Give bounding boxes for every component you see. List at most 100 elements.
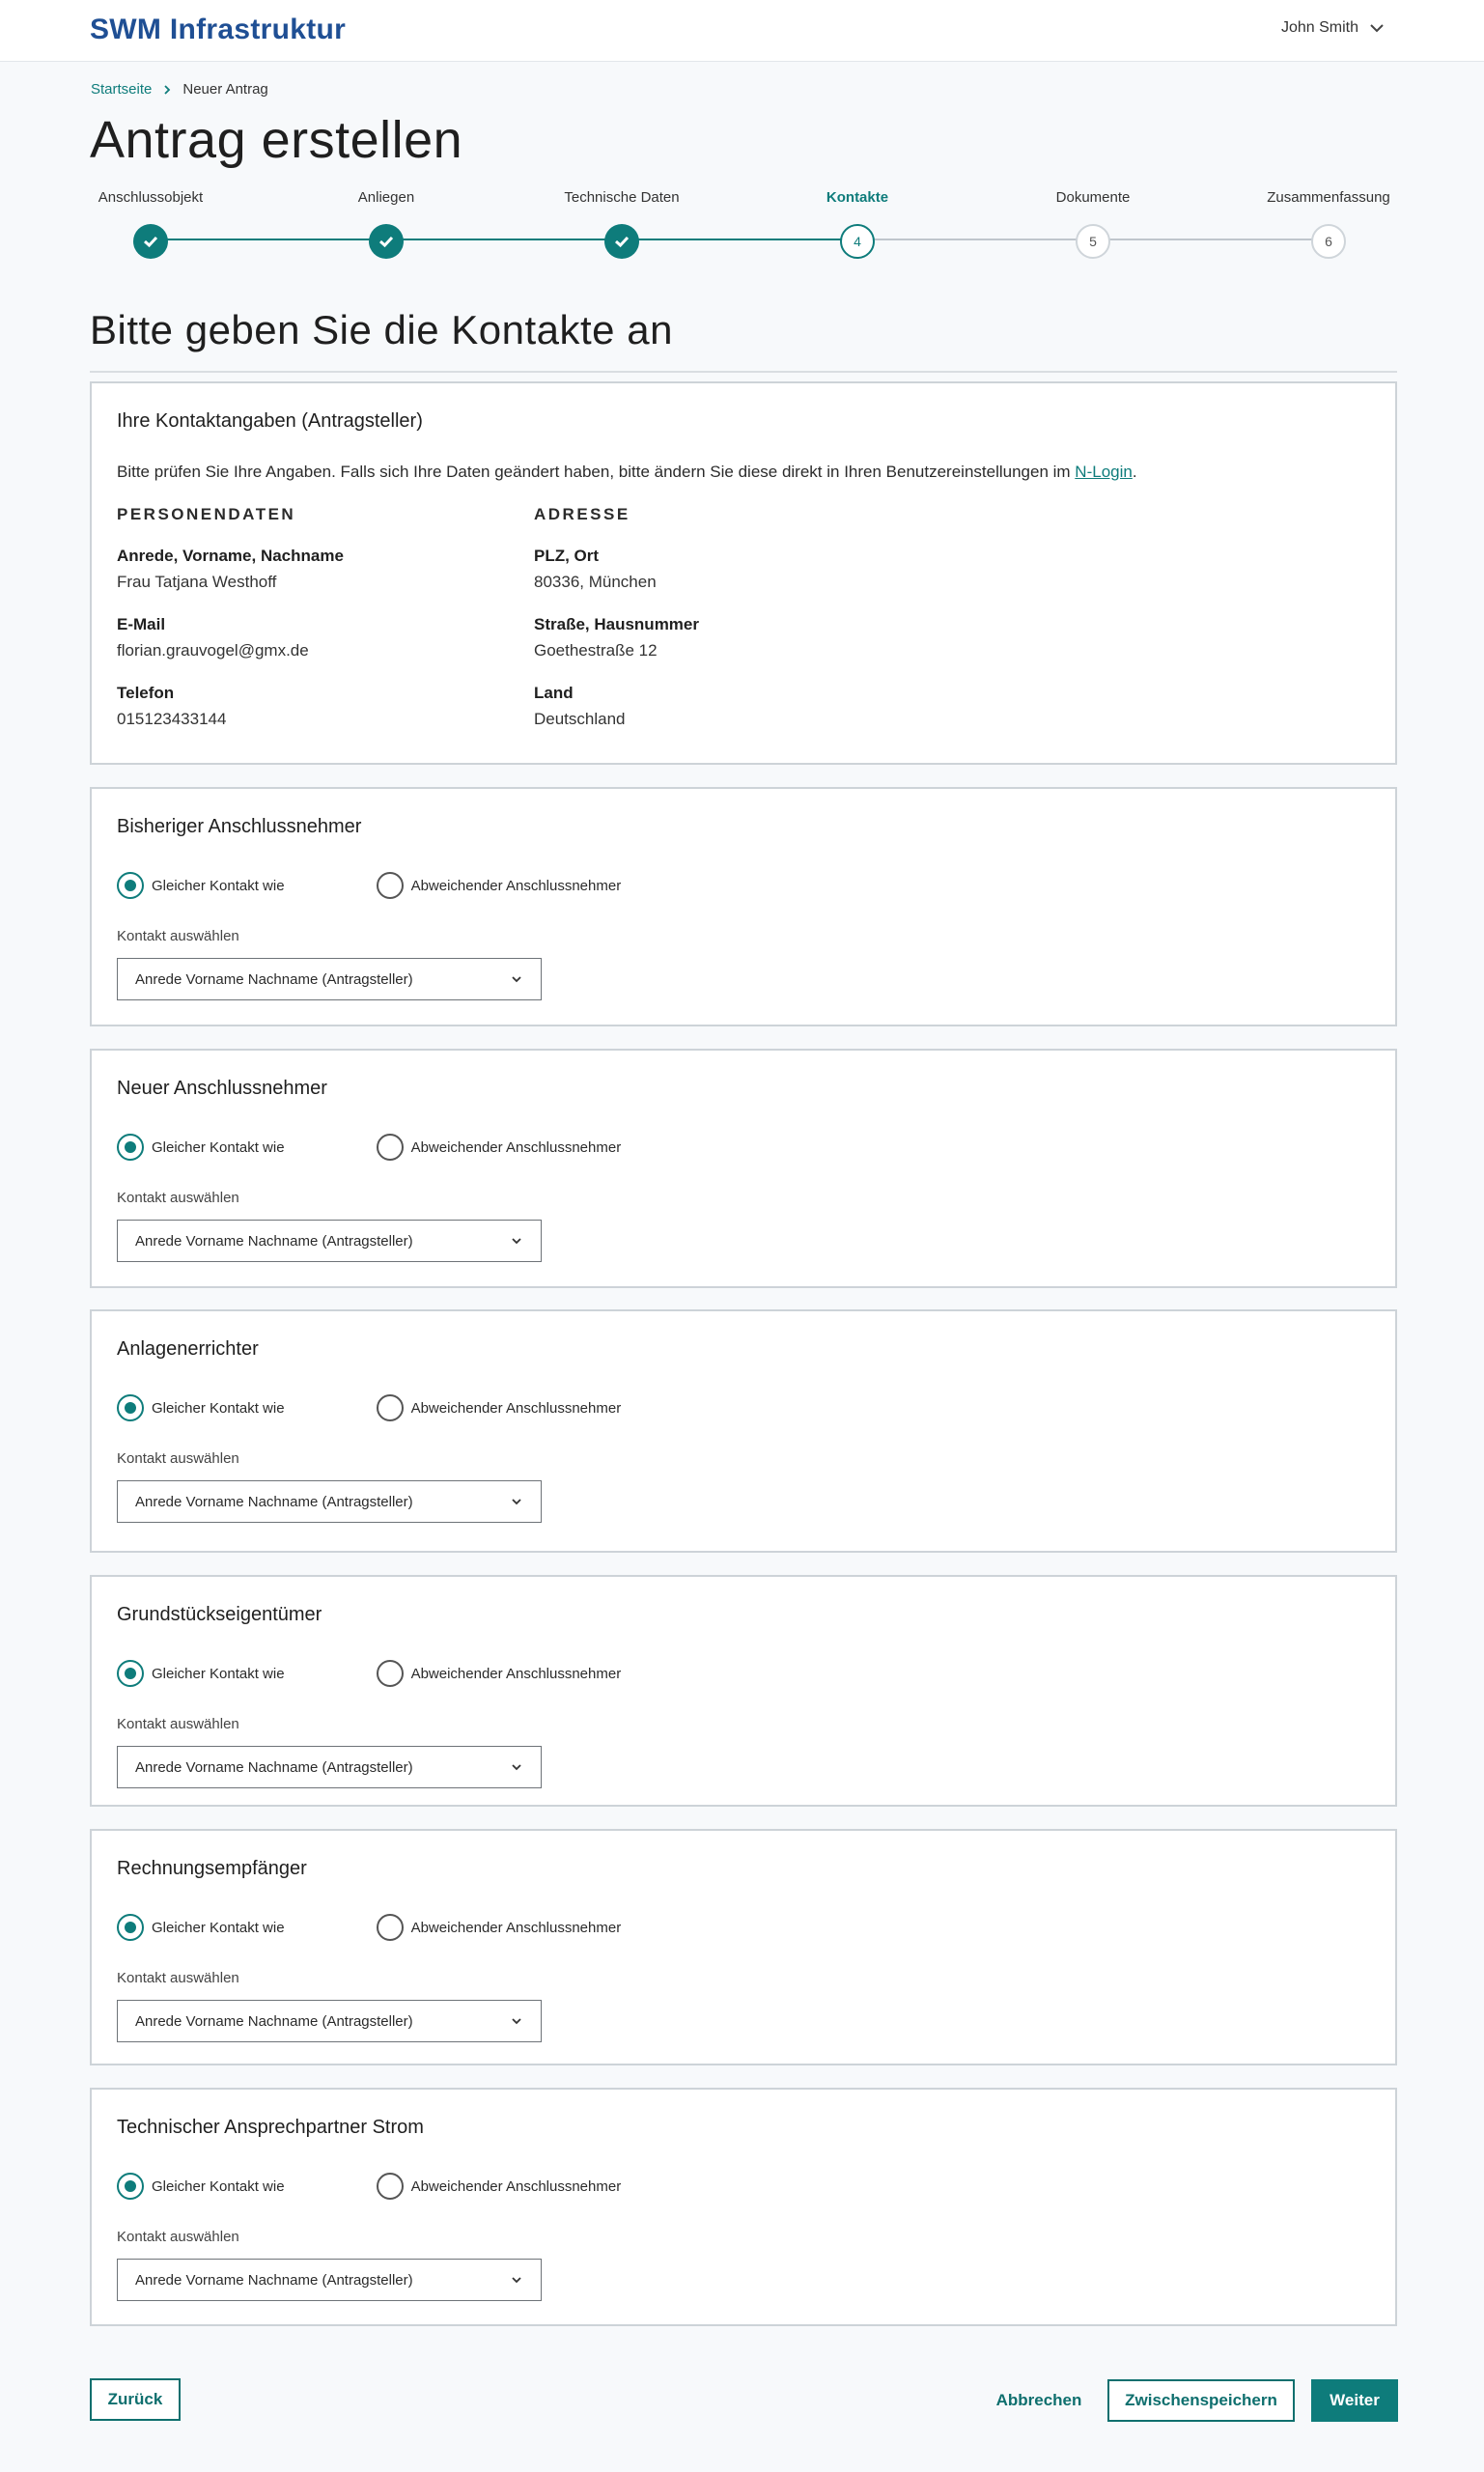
country-label: Land: [534, 684, 574, 702]
chevron-down-icon: [512, 976, 521, 983]
name-label: Anrede, Vorname, Nachname: [117, 547, 344, 565]
radio-button-checked[interactable]: [117, 1394, 144, 1421]
radio-different-contact[interactable]: Abweichender Anschlussnehmer: [376, 2173, 621, 2200]
radio-button[interactable]: [376, 1394, 404, 1421]
radio-same-contact[interactable]: Gleicher Kontakt wie: [117, 1914, 285, 1941]
select-value: Anrede Vorname Nachname (Antragsteller): [135, 2271, 413, 2289]
step-dokumente[interactable]: Dokumente 5: [996, 189, 1190, 259]
select-value: Anrede Vorname Nachname (Antragsteller): [135, 1758, 413, 1776]
radio-button[interactable]: [376, 1134, 404, 1161]
step-kontakte[interactable]: Kontakte 4: [761, 189, 954, 259]
radio-different-contact[interactable]: Abweichender Anschlussnehmer: [376, 872, 622, 899]
brand-logo[interactable]: SWM Infrastruktur: [90, 14, 346, 46]
contact-select[interactable]: Anrede Vorname Nachname (Antragsteller): [117, 2259, 542, 2301]
chevron-right-icon: [164, 84, 171, 95]
step-label: Dokumente: [1055, 189, 1131, 206]
n-login-link[interactable]: N-Login: [1075, 463, 1133, 481]
card-title: Technischer Ansprechpartner Strom: [117, 2117, 424, 2138]
radio-label: Gleicher Kontakt wie: [152, 2177, 285, 2195]
radio-different-contact[interactable]: Abweichender Anschlussnehmer: [376, 1134, 621, 1161]
phone-label: Telefon: [117, 684, 175, 702]
select-label: Kontakt auswählen: [117, 1190, 239, 1206]
contact-select[interactable]: Anrede Vorname Nachname (Antragsteller): [117, 2000, 542, 2042]
chevron-down-icon: [512, 2277, 521, 2284]
radio-button[interactable]: [376, 1914, 404, 1941]
radio-button-checked[interactable]: [117, 1914, 144, 1941]
contact-select[interactable]: Anrede Vorname Nachname (Antragsteller): [117, 1480, 542, 1523]
radio-button[interactable]: [376, 872, 404, 899]
select-value: Anrede Vorname Nachname (Antragsteller): [135, 970, 413, 988]
chevron-down-icon: [512, 1238, 521, 1245]
info-text: Bitte prüfen Sie Ihre Angaben. Falls sic…: [117, 463, 1137, 482]
radio-button-checked[interactable]: [117, 2173, 144, 2200]
radio-different-contact[interactable]: Abweichender Anschlussnehmer: [376, 1914, 622, 1941]
step-label: Kontakte: [826, 189, 889, 206]
save-draft-button[interactable]: Zwischenspeichern: [1107, 2379, 1295, 2422]
radio-same-contact[interactable]: Gleicher Kontakt wie: [117, 872, 285, 899]
radio-same-contact[interactable]: Gleicher Kontakt wie: [117, 2173, 285, 2200]
radio-label: Abweichender Anschlussnehmer: [410, 1919, 622, 1936]
page-title: Antrag erstellen: [90, 111, 463, 169]
select-value: Anrede Vorname Nachname (Antragsteller): [135, 2012, 413, 2030]
select-label: Kontakt auswählen: [117, 2229, 239, 2245]
radio-label: Abweichender Anschlussnehmer: [410, 1665, 622, 1682]
radio-same-contact[interactable]: Gleicher Kontakt wie: [117, 1660, 285, 1687]
select-value: Anrede Vorname Nachname (Antragsteller): [135, 1232, 413, 1250]
radio-button[interactable]: [376, 1660, 404, 1687]
contact-select[interactable]: Anrede Vorname Nachname (Antragsteller): [117, 958, 542, 1000]
radio-different-contact[interactable]: Abweichender Anschlussnehmer: [376, 1660, 622, 1687]
step-done-indicator: [133, 224, 168, 259]
user-name: John Smith: [1280, 19, 1358, 36]
step-anschlussobjekt[interactable]: Anschlussobjekt: [54, 189, 247, 259]
progress-stepper: Anschlussobjekt Anliegen Technische Date…: [90, 189, 1395, 267]
select-label: Kontakt auswählen: [117, 928, 239, 944]
chevron-down-icon: [512, 1764, 521, 1771]
contact-radio-group: Gleicher Kontakt wie Abweichender Anschl…: [117, 1394, 621, 1421]
step-number: 5: [1076, 224, 1110, 259]
contact-select[interactable]: Anrede Vorname Nachname (Antragsteller): [117, 1220, 542, 1262]
step-label: Zusammenfassung: [1267, 189, 1390, 206]
select-label: Kontakt auswählen: [117, 1970, 239, 1986]
card-title: Grundstückseigentümer: [117, 1604, 322, 1625]
breadcrumb-home-link[interactable]: Startseite: [91, 81, 152, 98]
radio-button-checked[interactable]: [117, 1660, 144, 1687]
step-number: 4: [840, 224, 875, 259]
checkmark-icon: [379, 236, 394, 248]
street-label: Straße, Hausnummer: [534, 615, 699, 633]
radio-label: Abweichender Anschlussnehmer: [410, 877, 622, 894]
back-button[interactable]: Zurück: [90, 2378, 181, 2421]
card-title: Rechnungsempfänger: [117, 1858, 307, 1879]
breadcrumb: Startseite Neuer Antrag: [91, 81, 268, 98]
section-technischer-ansprechpartner-strom: Technischer Ansprechpartner Strom Gleich…: [90, 2088, 1397, 2326]
top-header: SWM Infrastruktur John Smith: [0, 0, 1484, 62]
user-menu[interactable]: John Smith: [1281, 19, 1386, 37]
phone-value: 015123433144: [117, 710, 227, 728]
stepper-line-done: [151, 239, 857, 240]
step-label: Anliegen: [357, 189, 415, 206]
radio-button-checked[interactable]: [117, 1134, 144, 1161]
step-label: Technische Daten: [564, 189, 680, 206]
section-divider: [90, 371, 1397, 373]
next-button[interactable]: Weiter: [1311, 2379, 1398, 2422]
radio-same-contact[interactable]: Gleicher Kontakt wie: [117, 1394, 285, 1421]
radio-same-contact[interactable]: Gleicher Kontakt wie: [117, 1134, 285, 1161]
radio-button-checked[interactable]: [117, 872, 144, 899]
card-title: Ihre Kontaktangaben (Antragsteller): [117, 410, 423, 432]
cancel-button[interactable]: Abbrechen: [985, 2379, 1093, 2422]
radio-button[interactable]: [376, 2173, 404, 2200]
section-rechnungsempfaenger: Rechnungsempfänger Gleicher Kontakt wie …: [90, 1829, 1397, 2065]
select-label: Kontakt auswählen: [117, 1450, 239, 1467]
step-zusammenfassung[interactable]: Zusammenfassung 6: [1232, 189, 1425, 259]
contact-radio-group: Gleicher Kontakt wie Abweichender Anschl…: [117, 872, 621, 899]
step-technische-daten[interactable]: Technische Daten: [525, 189, 718, 259]
radio-label: Abweichender Anschlussnehmer: [410, 1399, 622, 1417]
step-number: 6: [1311, 224, 1346, 259]
step-anliegen[interactable]: Anliegen: [290, 189, 483, 259]
radio-different-contact[interactable]: Abweichender Anschlussnehmer: [376, 1394, 622, 1421]
country-value: Deutschland: [534, 710, 626, 728]
section-grundstueckseigentuemer: Grundstückseigentümer Gleicher Kontakt w…: [90, 1575, 1397, 1807]
select-label: Kontakt auswählen: [117, 1716, 239, 1732]
contact-select[interactable]: Anrede Vorname Nachname (Antragsteller): [117, 1746, 542, 1788]
radio-label: Gleicher Kontakt wie: [152, 1399, 285, 1417]
checkmark-icon: [144, 236, 158, 248]
